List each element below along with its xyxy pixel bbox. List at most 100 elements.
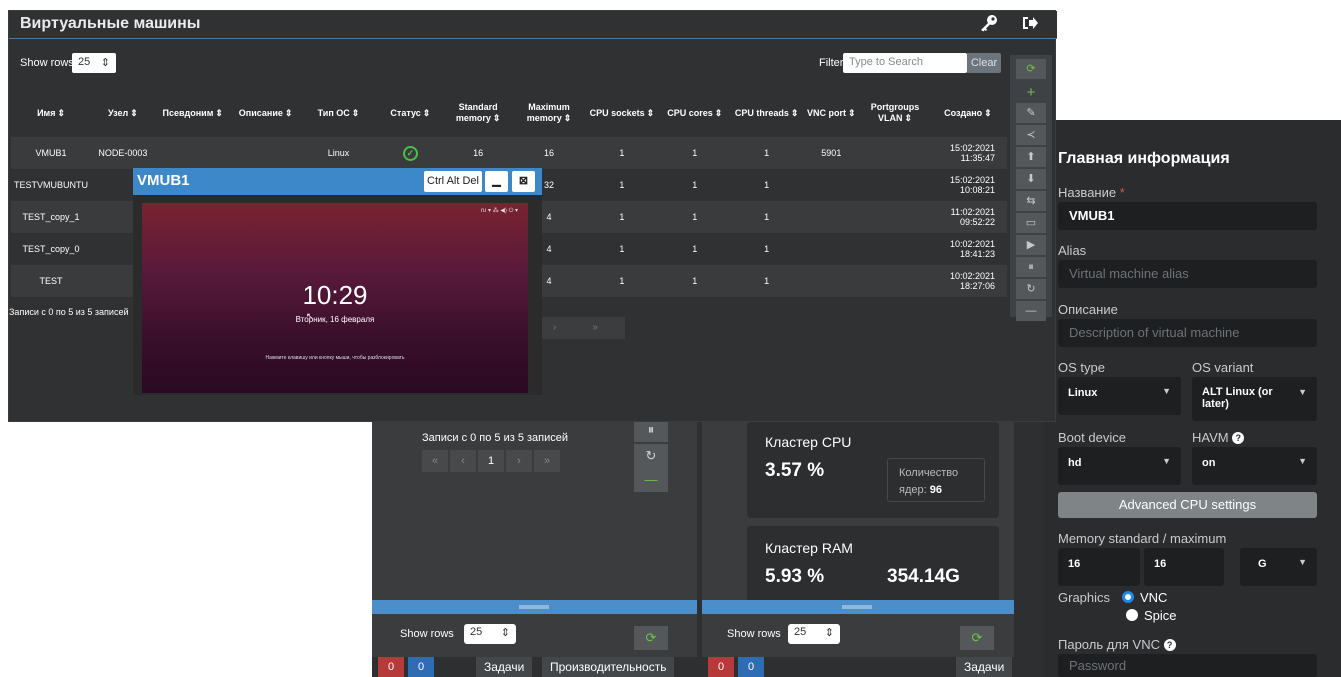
cores-box: Количество ядер: 96 xyxy=(887,458,985,502)
table-cell xyxy=(801,169,862,201)
vnc-radio[interactable] xyxy=(1122,591,1134,603)
download-icon[interactable]: ⬇ xyxy=(1016,169,1046,189)
alias-input[interactable]: Virtual machine alias xyxy=(1058,260,1317,288)
col-alias[interactable]: Псевдоним ⇕ xyxy=(154,89,231,137)
table-cell: 1 xyxy=(731,201,802,233)
table-cell xyxy=(861,169,929,201)
advanced-cpu-button[interactable]: Advanced CPU settings xyxy=(1058,492,1317,518)
col-status[interactable]: Статус ⇕ xyxy=(376,89,445,137)
ram-usage: 5.93 % xyxy=(765,566,825,587)
tab-tasks[interactable]: Задачи xyxy=(476,657,533,677)
edit-icon[interactable]: ✎ xyxy=(1016,103,1046,123)
havm-value: on xyxy=(1202,457,1216,469)
monitor-icon[interactable]: ▭ xyxy=(1016,213,1046,233)
memory-maximum-input[interactable]: 16 xyxy=(1144,548,1224,586)
info-counter[interactable]: 0 xyxy=(738,657,764,677)
table-cell: 1 xyxy=(657,169,732,201)
havm-select[interactable]: on ▼ xyxy=(1192,447,1317,485)
add-icon[interactable]: + xyxy=(1016,83,1046,103)
show-rows-select-right[interactable]: 25 ⇕ xyxy=(788,624,840,644)
table-cell: 1 xyxy=(585,169,658,201)
show-rows-select[interactable]: 25 ⇕ xyxy=(72,53,116,73)
table-cell: TEST_copy_1 xyxy=(11,201,92,233)
ostype-select[interactable]: Linux ▼ xyxy=(1058,377,1181,415)
col-os-type[interactable]: Тип ОС ⇕ xyxy=(300,89,377,137)
refresh-icon[interactable]: ⟳ xyxy=(634,626,668,650)
error-counter[interactable]: 0 xyxy=(708,657,734,677)
error-counter[interactable]: 0 xyxy=(378,657,404,677)
ctrl-alt-del-button[interactable]: Ctrl Alt Del xyxy=(424,171,482,192)
show-rows-value-left: 25 xyxy=(470,626,483,638)
resize-handle-left[interactable] xyxy=(372,600,697,614)
close-icon[interactable]: ⊠ xyxy=(512,171,535,192)
memory-unit-select[interactable]: G ▼ xyxy=(1240,548,1317,586)
table-cell: 16 xyxy=(512,137,586,169)
clear-button[interactable]: Clear xyxy=(967,53,1001,73)
table-cell: 10:02:2021 18:27:06 xyxy=(928,265,1007,297)
vnc-titlebar[interactable]: VMUB1 Ctrl Alt Del ▁ ⊠ xyxy=(133,168,542,195)
key-icon[interactable] xyxy=(979,14,999,37)
col-maximum-memory[interactable]: Maximum memory ⇕ xyxy=(512,89,586,137)
logout-icon[interactable] xyxy=(1021,15,1039,36)
show-rows-select-left[interactable]: 25 ⇕ xyxy=(464,624,516,644)
spice-radio[interactable] xyxy=(1126,609,1138,621)
resize-handle-right[interactable] xyxy=(702,600,1014,614)
vnc-screen[interactable]: ru ▾ ⁂ ◀) ⏻ ▾ 10:29 Вторник, 16 февраля … xyxy=(142,203,528,393)
minimize-icon[interactable]: ▁ xyxy=(485,171,508,192)
col-created[interactable]: Создано ⇕ xyxy=(928,89,1007,137)
system-tray: ru ▾ ⁂ ◀) ⏻ ▾ xyxy=(480,208,518,214)
stop-icon[interactable]: — xyxy=(1016,301,1046,321)
col-portgroups-vlan[interactable]: Portgroups VLAN ⇕ xyxy=(861,89,929,137)
tab-tasks[interactable]: Задачи xyxy=(956,657,1013,677)
col-vnc-port[interactable]: VNC port ⇕ xyxy=(801,89,862,137)
pagination-partial: ›» xyxy=(541,317,625,339)
minus-icon[interactable]: — xyxy=(634,468,668,492)
pager-first[interactable]: « xyxy=(422,450,448,472)
osvariant-select[interactable]: ALT Linux (or later) ▼ xyxy=(1192,377,1317,421)
updown-icon: ⇕ xyxy=(500,627,510,639)
pager-last[interactable]: » xyxy=(592,322,598,333)
help-icon[interactable]: ? xyxy=(1163,639,1176,651)
upload-icon[interactable]: ⬆ xyxy=(1016,147,1046,167)
show-rows-label-left: Show rows xyxy=(400,628,454,640)
filter-input[interactable]: Type to Search xyxy=(843,53,967,73)
col-node[interactable]: Узел ⇕ xyxy=(91,89,155,137)
pager-next[interactable]: › xyxy=(506,450,532,472)
vnc-password-input[interactable]: Password xyxy=(1058,654,1317,677)
table-cell xyxy=(861,265,929,297)
refresh-icon[interactable]: ⟳ xyxy=(1016,59,1046,79)
play-icon[interactable]: ▶ xyxy=(1016,235,1046,255)
cores-value: 96 xyxy=(929,484,942,496)
memory-standard-input[interactable]: 16 xyxy=(1058,548,1140,586)
caret-down-icon: ▼ xyxy=(1298,387,1307,397)
col-name[interactable]: Имя ⇕ xyxy=(11,89,92,137)
pause-icon[interactable]: ⏸ xyxy=(1016,257,1046,277)
col-standard-memory[interactable]: Standard memory ⇕ xyxy=(444,89,513,137)
col-cpu-sockets[interactable]: CPU sockets ⇕ xyxy=(585,89,658,137)
pager-last[interactable]: » xyxy=(534,450,560,472)
table-cell: TEST xyxy=(11,265,92,297)
restart-icon[interactable]: ↻ xyxy=(634,444,668,468)
pager-page-1[interactable]: 1 xyxy=(478,450,504,472)
refresh-icon[interactable]: ⟳ xyxy=(960,626,994,650)
table-cell: 1 xyxy=(657,201,732,233)
name-input[interactable]: VMUB1 xyxy=(1058,202,1317,230)
vnc-console-window: VMUB1 Ctrl Alt Del ▁ ⊠ ru ▾ ⁂ ◀) ⏻ ▾ 10:… xyxy=(133,168,542,395)
vnc-password-label-text: Пароль для VNC xyxy=(1058,637,1160,652)
info-counter[interactable]: 0 xyxy=(408,657,434,677)
restart-icon[interactable]: ↻ xyxy=(1016,279,1046,299)
pager-prev[interactable]: ‹ xyxy=(450,450,476,472)
col-description[interactable]: Описание ⇕ xyxy=(230,89,301,137)
help-icon[interactable]: ? xyxy=(1232,432,1245,444)
description-input[interactable]: Description of virtual machine xyxy=(1058,319,1317,347)
boot-select[interactable]: hd ▼ xyxy=(1058,447,1181,485)
col-cpu-cores[interactable]: CPU cores ⇕ xyxy=(657,89,732,137)
share-icon[interactable]: ≺ xyxy=(1016,125,1046,145)
migrate-icon[interactable]: ⇆ xyxy=(1016,191,1046,211)
col-cpu-threads[interactable]: CPU threads ⇕ xyxy=(731,89,802,137)
table-row[interactable]: VMUB1 NODE-0003 Linux ✓ 16 16 1 1 1 5901 15:02:202… xyxy=(11,137,1007,169)
table-cell: ✓ xyxy=(376,137,445,169)
pager-next[interactable]: › xyxy=(553,322,556,333)
table-cell xyxy=(801,233,862,265)
tab-performance[interactable]: Производительность xyxy=(542,657,675,677)
